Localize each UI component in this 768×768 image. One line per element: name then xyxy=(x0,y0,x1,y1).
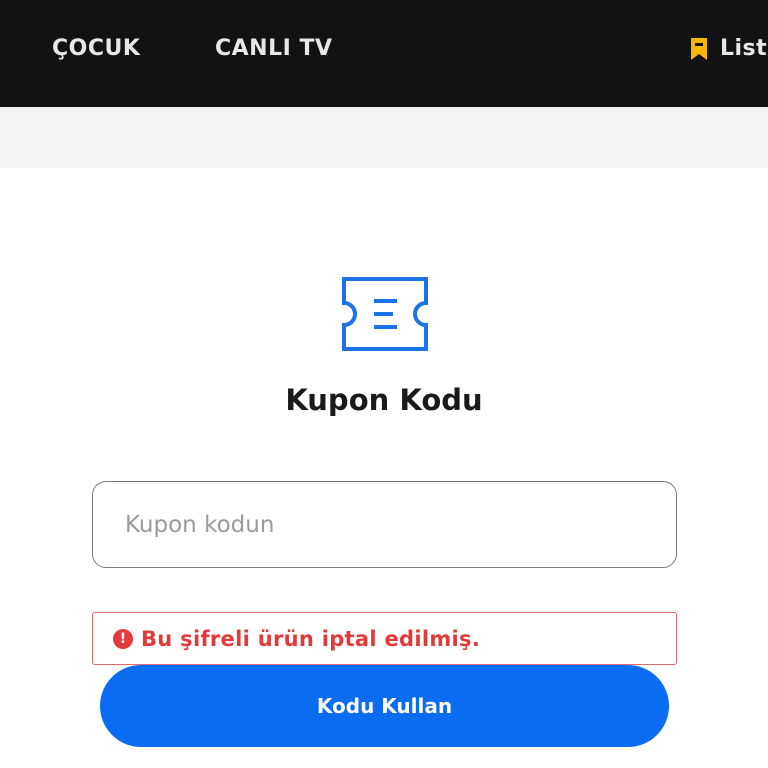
page-title: Kupon Kodu xyxy=(285,383,483,417)
error-message-box: ! Bu şifreli ürün iptal edilmiş. xyxy=(92,612,677,665)
coupon-code-input[interactable] xyxy=(92,481,677,568)
nav-item-list[interactable]: List xyxy=(690,36,767,61)
sub-header-band xyxy=(0,107,768,168)
nav-item-cocuk[interactable]: ÇOCUK xyxy=(52,36,140,61)
nav-item-canli-tv[interactable]: CANLI TV xyxy=(215,36,332,61)
ticket-icon xyxy=(342,277,428,351)
error-message-text: Bu şifreli ürün iptal edilmiş. xyxy=(141,626,481,651)
nav-item-list-label: List xyxy=(720,36,768,61)
top-navigation-bar: ÇOCUK CANLI TV List xyxy=(0,0,768,107)
use-code-button[interactable]: Kodu Kullan xyxy=(100,665,669,747)
bookmark-icon xyxy=(691,37,707,60)
alert-circle-icon: ! xyxy=(113,628,133,649)
